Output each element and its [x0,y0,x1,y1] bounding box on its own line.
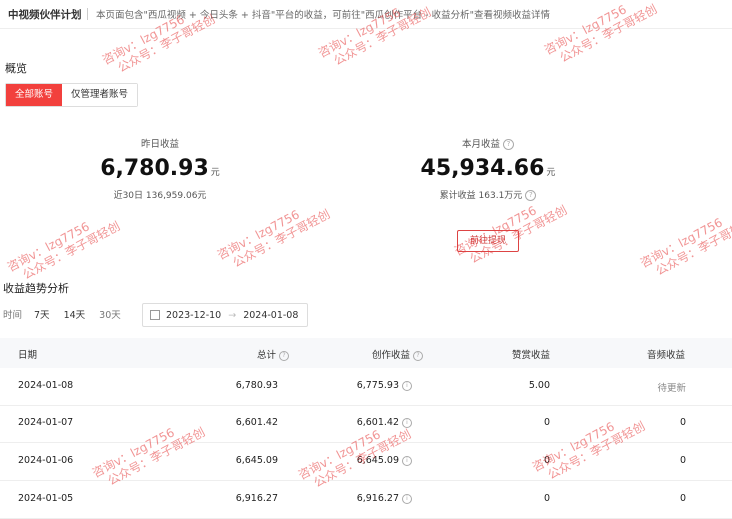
table-header [0,338,732,368]
cell-audio: 待更新 [657,383,686,394]
page-notice: 本页面包含"西瓜视频 + 今日头条 + 抖音"平台的收益，可前往"西瓜创作平台 … [96,10,550,21]
time-label: 时间 [3,310,23,321]
date-start: 2023-12-10 [166,309,222,321]
help-icon[interactable]: ? [525,190,537,201]
cell-creation: 6,775.93 i [330,380,412,391]
date-separator: → [228,309,237,321]
calendar-icon [150,310,160,320]
range-7-days[interactable]: 7天 [34,307,50,321]
range-30-days[interactable]: 30天 [99,307,121,321]
row-divider [0,442,732,443]
top-bar: 中视频伙伴计划 本页面包含"西瓜视频 + 今日头条 + 抖音"平台的收益，可前往… [0,0,732,29]
row-divider [0,480,732,481]
withdraw-button[interactable]: 前往提现 [457,230,519,252]
yesterday-label: 昨日收益 [140,139,179,150]
divider [87,8,88,20]
header-tips: 赞赏收益 [512,350,551,361]
yesterday-stat: 昨日收益 6,780.93 元 近30日 136,959.06元 [80,136,240,201]
cell-total: 6,601.42 [235,417,278,428]
watermark: 咨询v：lzg7756 公众号：李子哥轻创 [215,206,333,271]
cell-date: 2024-01-05 [18,493,74,504]
watermark: 咨询v：lzg7756 公众号：李子哥轻创 [638,214,732,279]
cell-creation: 6,645.09 i [330,455,412,466]
info-icon[interactable]: i [402,380,412,391]
cell-tips: 0 [543,493,550,504]
range-selector: 时间 7天 14天 30天 [3,303,135,325]
info-icon[interactable]: i [402,455,412,466]
cell-creation: 6,601.42 i [330,417,412,428]
trend-title: 收益趋势分析 [3,282,69,295]
last30-summary: 近30日 136,959.06元 [113,191,207,201]
header-date: 日期 [18,350,38,361]
watermark: 咨询v：lzg7756 公众号：李子哥轻创 [5,218,123,283]
overview-title: 概览 [5,62,27,75]
header-creation: 创作收益? [372,347,424,361]
cell-audio: 0 [679,455,686,466]
date-range-picker[interactable]: 2023-12-10 → 2024-01-08 [142,303,308,327]
help-icon[interactable]: ? [413,350,424,361]
cell-total: 6,645.09 [235,455,278,466]
tab-manager-accounts[interactable]: 仅管理者账号 [62,84,138,106]
cell-tips: 0 [543,417,550,428]
info-icon[interactable]: i [402,493,412,504]
cell-creation: 6,916.27 i [330,493,412,504]
month-label: 本月收益? [408,136,568,150]
cell-date: 2024-01-06 [18,455,74,466]
month-value: 45,934.66 元 [420,156,556,181]
cell-date: 2024-01-08 [18,380,74,391]
month-stat: 本月收益? 45,934.66 元 累计收益 163.1万元? [408,136,568,201]
help-icon[interactable]: ? [279,350,290,361]
cell-date: 2024-01-07 [18,417,74,428]
yesterday-value: 6,780.93 元 [100,156,220,181]
info-icon[interactable]: i [402,417,412,428]
date-end: 2024-01-08 [243,309,299,321]
page-title: 中视频伙伴计划 [8,9,82,21]
cell-audio: 0 [679,493,686,504]
cell-total: 6,780.93 [235,380,278,391]
total-summary: 累计收益 163.1万元? [408,188,568,201]
help-icon[interactable]: ? [503,139,514,150]
range-14-days[interactable]: 14天 [64,307,86,321]
header-audio: 音频收益 [647,350,686,361]
tab-all-accounts[interactable]: 全部账号 [6,84,63,106]
cell-tips: 0 [543,455,550,466]
account-tabs: 全部账号 仅管理者账号 [5,83,139,107]
cell-total: 6,916.27 [235,493,278,504]
cell-tips: 5.00 [528,380,550,391]
cell-audio: 0 [679,417,686,428]
header-total: 总计? [257,347,290,361]
row-divider [0,405,732,406]
